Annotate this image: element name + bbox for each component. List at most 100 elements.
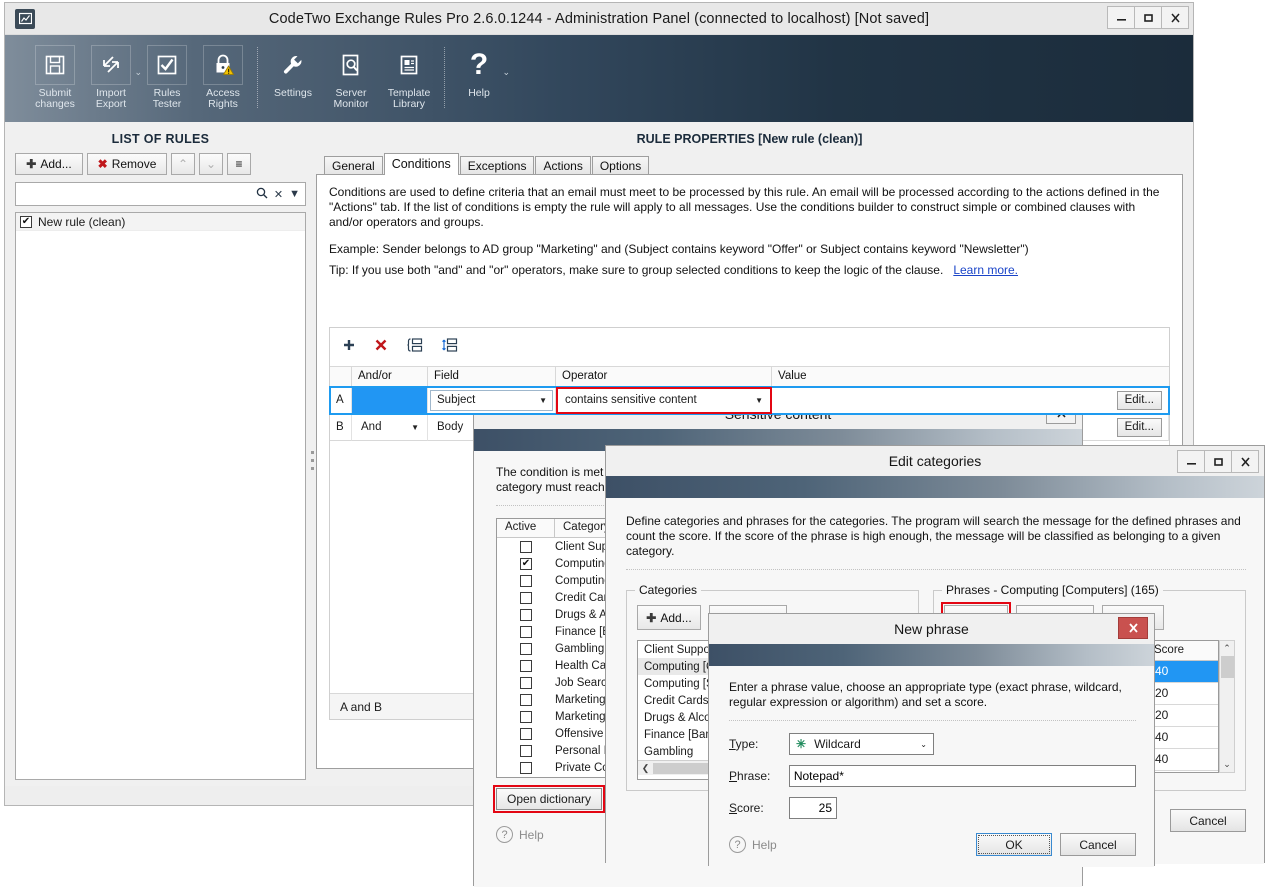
andor-value: And bbox=[361, 421, 382, 433]
category-checkbox[interactable] bbox=[497, 710, 555, 723]
edit-categories-title: Edit categories bbox=[888, 453, 982, 469]
table-row[interactable]: A Subject ▼ contains sensitive content ▼… bbox=[329, 386, 1170, 415]
table-row[interactable]: 40 bbox=[1148, 749, 1218, 771]
field-value: Body bbox=[437, 421, 464, 433]
search-input[interactable] bbox=[16, 184, 256, 204]
ribbon-item-help[interactable]: ? ⌄ Help bbox=[451, 35, 510, 99]
add-rule-button[interactable]: ✚ Add... bbox=[15, 153, 83, 175]
chevron-down-icon[interactable]: ⌄ bbox=[502, 67, 510, 78]
category-checkbox[interactable]: ✔ bbox=[497, 557, 555, 570]
ribbon-item-rules-tester[interactable]: Rules Tester bbox=[139, 35, 195, 110]
close-button[interactable] bbox=[1161, 6, 1189, 29]
table-row[interactable]: 20 bbox=[1148, 683, 1218, 705]
help-link[interactable]: ? Help bbox=[729, 836, 777, 853]
ribbon-item-access-rights[interactable]: Access Rights bbox=[195, 35, 251, 110]
scroll-left-icon[interactable]: ❮ bbox=[638, 763, 653, 774]
move-down-button[interactable]: ⌄ bbox=[199, 153, 223, 175]
operator-dropdown[interactable]: contains sensitive content ▼ bbox=[558, 389, 769, 411]
scroll-down-icon[interactable]: ⌄ bbox=[1223, 757, 1231, 772]
add-condition-icon[interactable] bbox=[342, 338, 356, 356]
filter-dropdown-icon[interactable]: ▼ bbox=[289, 188, 300, 200]
ribbon-item-submit-changes[interactable]: Submit changes bbox=[27, 35, 83, 110]
table-row[interactable]: 40 bbox=[1148, 661, 1218, 683]
row-index: A bbox=[330, 387, 352, 414]
chevron-down-icon: ▼ bbox=[411, 422, 419, 432]
phrase-input[interactable] bbox=[788, 765, 1136, 787]
edit-value-button[interactable]: Edit... bbox=[1116, 417, 1162, 437]
tab-general[interactable]: General bbox=[324, 156, 383, 175]
tab-actions[interactable]: Actions bbox=[535, 156, 591, 175]
group-condition-icon[interactable] bbox=[406, 337, 423, 357]
ok-button[interactable]: OK bbox=[976, 833, 1052, 856]
maximize-button[interactable] bbox=[1134, 6, 1162, 29]
add-category-button[interactable]: ✚ Add... bbox=[637, 605, 701, 630]
category-checkbox[interactable] bbox=[497, 642, 555, 655]
clear-icon[interactable]: ✕ bbox=[274, 188, 283, 201]
tab-options[interactable]: Options bbox=[591, 156, 650, 175]
minimize-button[interactable] bbox=[1107, 6, 1135, 29]
rules-list[interactable]: ✔ New rule (clean) bbox=[15, 212, 306, 780]
title-bar: CodeTwo Exchange Rules Pro 2.6.0.1244 - … bbox=[5, 3, 1193, 35]
field-dropdown[interactable]: Subject ▼ bbox=[430, 389, 553, 411]
category-checkbox[interactable] bbox=[497, 659, 555, 672]
x-icon: ✖ bbox=[97, 157, 108, 171]
wrench-icon bbox=[273, 45, 313, 85]
category-checkbox[interactable] bbox=[497, 693, 555, 706]
row-andor[interactable] bbox=[352, 387, 428, 414]
conditions-toolbar bbox=[330, 328, 1169, 366]
description-tip-text: Tip: If you use both "and" and "or" oper… bbox=[329, 263, 944, 277]
scroll-up-icon[interactable]: ⌃ bbox=[1223, 641, 1231, 656]
delete-condition-icon[interactable] bbox=[374, 338, 388, 356]
pane-splitter[interactable] bbox=[309, 451, 316, 470]
category-checkbox[interactable] bbox=[497, 727, 555, 740]
sort-condition-icon[interactable] bbox=[441, 337, 458, 357]
category-checkbox[interactable] bbox=[497, 608, 555, 621]
category-checkbox[interactable] bbox=[497, 540, 555, 553]
category-checkbox[interactable] bbox=[497, 625, 555, 638]
scroll-thumb[interactable] bbox=[1220, 656, 1234, 678]
open-dictionary-button[interactable]: Open dictionary bbox=[492, 785, 606, 813]
list-item[interactable]: ✔ New rule (clean) bbox=[16, 213, 305, 231]
close-button[interactable] bbox=[1118, 617, 1148, 639]
ribbon-item-server-monitor[interactable]: Server Monitor bbox=[322, 35, 380, 110]
tab-exceptions[interactable]: Exceptions bbox=[459, 156, 535, 175]
category-checkbox[interactable] bbox=[497, 761, 555, 774]
page-title: RULE PROPERTIES [New rule (clean)] bbox=[636, 132, 863, 146]
remove-rule-button[interactable]: ✖ Remove bbox=[87, 153, 167, 175]
ribbon-separator bbox=[444, 47, 445, 108]
category-checkbox[interactable] bbox=[497, 744, 555, 757]
category-checkbox[interactable] bbox=[497, 574, 555, 587]
row-operator-cell[interactable]: contains sensitive content ▼ bbox=[556, 387, 772, 414]
ribbon-item-settings[interactable]: Settings bbox=[264, 35, 322, 99]
header-operator: Operator bbox=[556, 367, 772, 386]
minimize-button[interactable] bbox=[1177, 450, 1205, 473]
table-row[interactable]: 40 bbox=[1148, 727, 1218, 749]
score-label: Score: bbox=[729, 801, 764, 815]
cancel-button[interactable]: Cancel bbox=[1060, 833, 1136, 856]
table-row[interactable]: 20 bbox=[1148, 705, 1218, 727]
tab-conditions[interactable]: Conditions bbox=[383, 153, 459, 175]
ribbon-item-import-export[interactable]: ⌄ Import Export bbox=[83, 35, 142, 110]
andor-dropdown[interactable]: And ▼ bbox=[354, 416, 425, 438]
category-checkbox[interactable] bbox=[497, 591, 555, 604]
cancel-button[interactable]: Cancel bbox=[1170, 809, 1246, 832]
remove-rule-label: Remove bbox=[111, 157, 157, 171]
row-value-cell[interactable]: Edit... bbox=[772, 387, 1169, 414]
rule-checkbox[interactable]: ✔ bbox=[20, 215, 32, 228]
search-icon[interactable] bbox=[256, 187, 268, 202]
type-select[interactable]: ✳ Wildcard ⌄ bbox=[789, 733, 934, 755]
ribbon-item-template-library[interactable]: Template Library bbox=[380, 35, 438, 110]
score-input[interactable] bbox=[789, 797, 837, 819]
maximize-button[interactable] bbox=[1204, 450, 1232, 473]
rules-menu-button[interactable]: ≡ bbox=[227, 153, 251, 175]
phrases-vertical-scrollbar[interactable]: ⌃ ⌄ bbox=[1219, 640, 1235, 773]
learn-more-link[interactable]: Learn more. bbox=[953, 263, 1018, 277]
close-button[interactable] bbox=[1231, 450, 1259, 473]
row-field-cell[interactable]: Subject ▼ bbox=[428, 387, 556, 414]
new-phrase-buttons: OK Cancel bbox=[976, 833, 1136, 856]
move-up-button[interactable]: ⌃ bbox=[171, 153, 195, 175]
phrases-score-table[interactable]: Score 40 20 20 40 40 bbox=[1147, 640, 1219, 773]
edit-value-button[interactable]: Edit... bbox=[1116, 390, 1162, 410]
row-andor-cell[interactable]: And ▼ bbox=[352, 414, 428, 441]
category-checkbox[interactable] bbox=[497, 676, 555, 689]
